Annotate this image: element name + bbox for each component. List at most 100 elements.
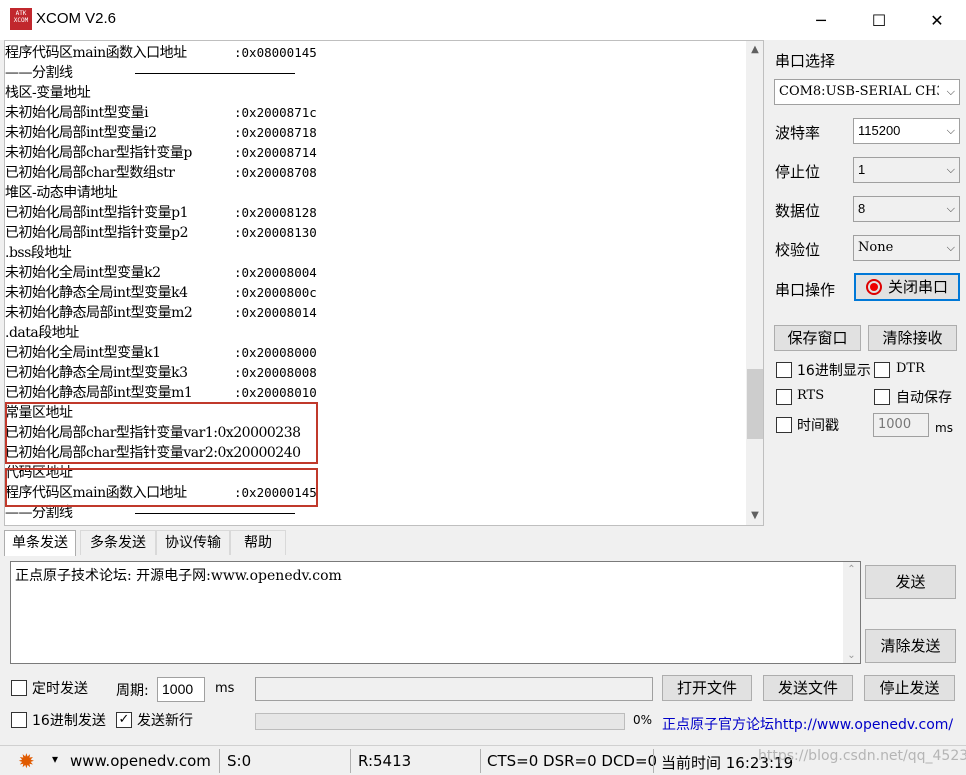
receive-line-address: :0x20008004	[234, 265, 317, 280]
receive-scrollbar[interactable]: ▲ ▼	[746, 41, 763, 525]
rts-checkbox[interactable]	[776, 389, 792, 405]
receive-line-address: :0x2000800c	[234, 285, 317, 300]
receive-line-address: :0x20008130	[234, 225, 317, 240]
receive-line: 已初始化静态局部int型变量m1:0x20008010	[5, 383, 745, 403]
receive-line-address: :0x20008010	[234, 385, 317, 400]
stopbits-label: 停止位	[775, 163, 821, 181]
timestamp-input[interactable]: 1000	[873, 413, 929, 437]
timestamp-label: 时间戳	[797, 418, 839, 434]
receive-line-text: ——分割线	[5, 65, 73, 81]
stopbits-select[interactable]: 1 ⌵	[853, 157, 960, 183]
scroll-down-icon[interactable]: ▼	[746, 507, 763, 525]
clear-send-button[interactable]: 清除发送	[865, 629, 956, 663]
timed-send-label: 定时发送	[32, 681, 88, 697]
divider-rule	[135, 513, 295, 514]
app-logo-icon: ATK XCOM	[10, 8, 32, 30]
timestamp-unit: ms	[935, 421, 953, 435]
scroll-thumb[interactable]	[747, 369, 763, 439]
receive-line: 程序代码区main函数入口地址:0x08000145	[5, 43, 745, 63]
receive-line-text: 未初始化全局int型变量k2	[5, 265, 161, 281]
receive-line-text: 未初始化静态全局int型变量k4	[5, 285, 188, 301]
dtr-label: DTR	[896, 361, 925, 376]
dtr-checkbox[interactable]	[874, 362, 890, 378]
receive-line-text: 程序代码区main函数入口地址	[5, 45, 187, 61]
minimize-button[interactable]: ─	[792, 0, 850, 40]
close-port-button[interactable]: 关闭串口	[854, 273, 960, 301]
maximize-button[interactable]: ☐	[850, 0, 908, 40]
signal-status: CTS=0 DSR=0 DCD=0	[487, 752, 658, 770]
send-file-button[interactable]: 发送文件	[763, 675, 853, 701]
rts-label: RTS	[797, 388, 825, 403]
tab-single-send[interactable]: 单条发送	[4, 530, 76, 556]
open-file-button[interactable]: 打开文件	[662, 675, 752, 701]
receive-line-text: 堆区-动态申请地址	[5, 185, 118, 201]
receive-line-address: :0x20008714	[234, 145, 317, 160]
receive-line: .bss段地址	[5, 243, 745, 263]
parity-select[interactable]: None ⌵	[853, 235, 960, 261]
highlight-box-code	[5, 468, 318, 507]
send-button[interactable]: 发送	[865, 565, 956, 599]
operation-label: 串口操作	[775, 281, 836, 299]
chevron-down-icon[interactable]: ▾	[52, 752, 58, 766]
title-bar: ATK XCOM XCOM V2.6 ─ ☐ ✕	[0, 0, 966, 40]
clear-receive-button[interactable]: 清除接收	[868, 325, 957, 351]
receive-line-address: :0x20008000	[234, 345, 317, 360]
baud-value: 115200	[858, 123, 901, 138]
status-separator	[653, 749, 654, 773]
status-separator	[219, 749, 220, 773]
send-scrollbar[interactable]: ⌃ ⌄	[843, 562, 860, 663]
send-progress-bar	[255, 713, 625, 730]
hex-display-checkbox[interactable]	[776, 362, 792, 378]
website-label: www.openedv.com	[70, 752, 211, 770]
save-window-button[interactable]: 保存窗口	[774, 325, 861, 351]
gear-icon[interactable]: ✹	[18, 749, 35, 773]
close-button[interactable]: ✕	[908, 0, 966, 40]
stopbits-value: 1	[858, 162, 866, 177]
progress-percent: 0%	[633, 713, 653, 727]
receive-line-address: :0x20008128	[234, 205, 317, 220]
stop-send-button[interactable]: 停止发送	[864, 675, 955, 701]
forum-link[interactable]: 正点原子官方论坛http://www.openedv.com/	[662, 714, 953, 734]
chevron-down-icon: ⌵	[946, 241, 955, 254]
watermark: https://blog.csdn.net/qq_45237293	[758, 748, 966, 764]
receive-line-address: :0x20008708	[234, 165, 317, 180]
port-select-label: 串口选择	[775, 52, 836, 70]
scroll-up-icon[interactable]: ▲	[746, 41, 763, 59]
databits-label: 数据位	[775, 202, 821, 220]
receive-line-text: 未初始化局部int型变量i2	[5, 125, 157, 141]
receive-textarea[interactable]: 程序代码区main函数入口地址:0x08000145 ——分割线 栈区-变量地址 未初…	[4, 40, 764, 526]
receive-line-address: :0x2000871c	[234, 105, 317, 120]
tab-help[interactable]: 帮助	[230, 530, 286, 555]
receive-line: 栈区-变量地址	[5, 83, 745, 103]
scroll-up-icon[interactable]: ⌃	[843, 564, 860, 575]
receive-line: ——分割线	[5, 63, 745, 83]
tab-protocol[interactable]: 协议传输	[156, 530, 230, 555]
file-path-input[interactable]	[255, 677, 653, 701]
tab-multi-send[interactable]: 多条发送	[80, 530, 156, 555]
receive-line-text: 未初始化局部int型变量i	[5, 105, 149, 121]
scroll-down-icon[interactable]: ⌄	[843, 650, 860, 661]
receive-line-text: 已初始化局部char型数组str	[5, 165, 175, 181]
receive-line-text: .bss段地址	[5, 245, 72, 261]
baud-select[interactable]: 115200 ⌵	[853, 118, 960, 144]
newline-checkbox[interactable]: ✓	[116, 712, 132, 728]
receive-line: 未初始化局部int型变量i2:0x20008718	[5, 123, 745, 143]
period-unit: ms	[215, 681, 235, 696]
record-icon	[865, 279, 882, 295]
send-text: 正点原子技术论坛: 开源电子网:www.openedv.com	[15, 568, 342, 584]
highlight-box-constant	[5, 402, 318, 464]
chevron-down-icon: ⌵	[946, 85, 955, 98]
port-select[interactable]: COM8:USB-SERIAL CH340 ⌵	[774, 79, 960, 105]
period-input[interactable]: 1000	[157, 677, 205, 702]
auto-save-checkbox[interactable]	[874, 389, 890, 405]
window-title: XCOM V2.6	[36, 10, 117, 27]
databits-select[interactable]: 8 ⌵	[853, 196, 960, 222]
receive-line: 堆区-动态申请地址	[5, 183, 745, 203]
hex-send-checkbox[interactable]	[11, 712, 27, 728]
receive-line-address: :0x20008014	[234, 305, 317, 320]
send-textarea[interactable]: 正点原子技术论坛: 开源电子网:www.openedv.com ⌃ ⌄	[10, 561, 861, 664]
timestamp-checkbox[interactable]	[776, 417, 792, 433]
receive-line: 已初始化局部int型指针变量p2:0x20008130	[5, 223, 745, 243]
receive-line-text: 未初始化静态局部int型变量m2	[5, 305, 193, 321]
timed-send-checkbox[interactable]	[11, 680, 27, 696]
